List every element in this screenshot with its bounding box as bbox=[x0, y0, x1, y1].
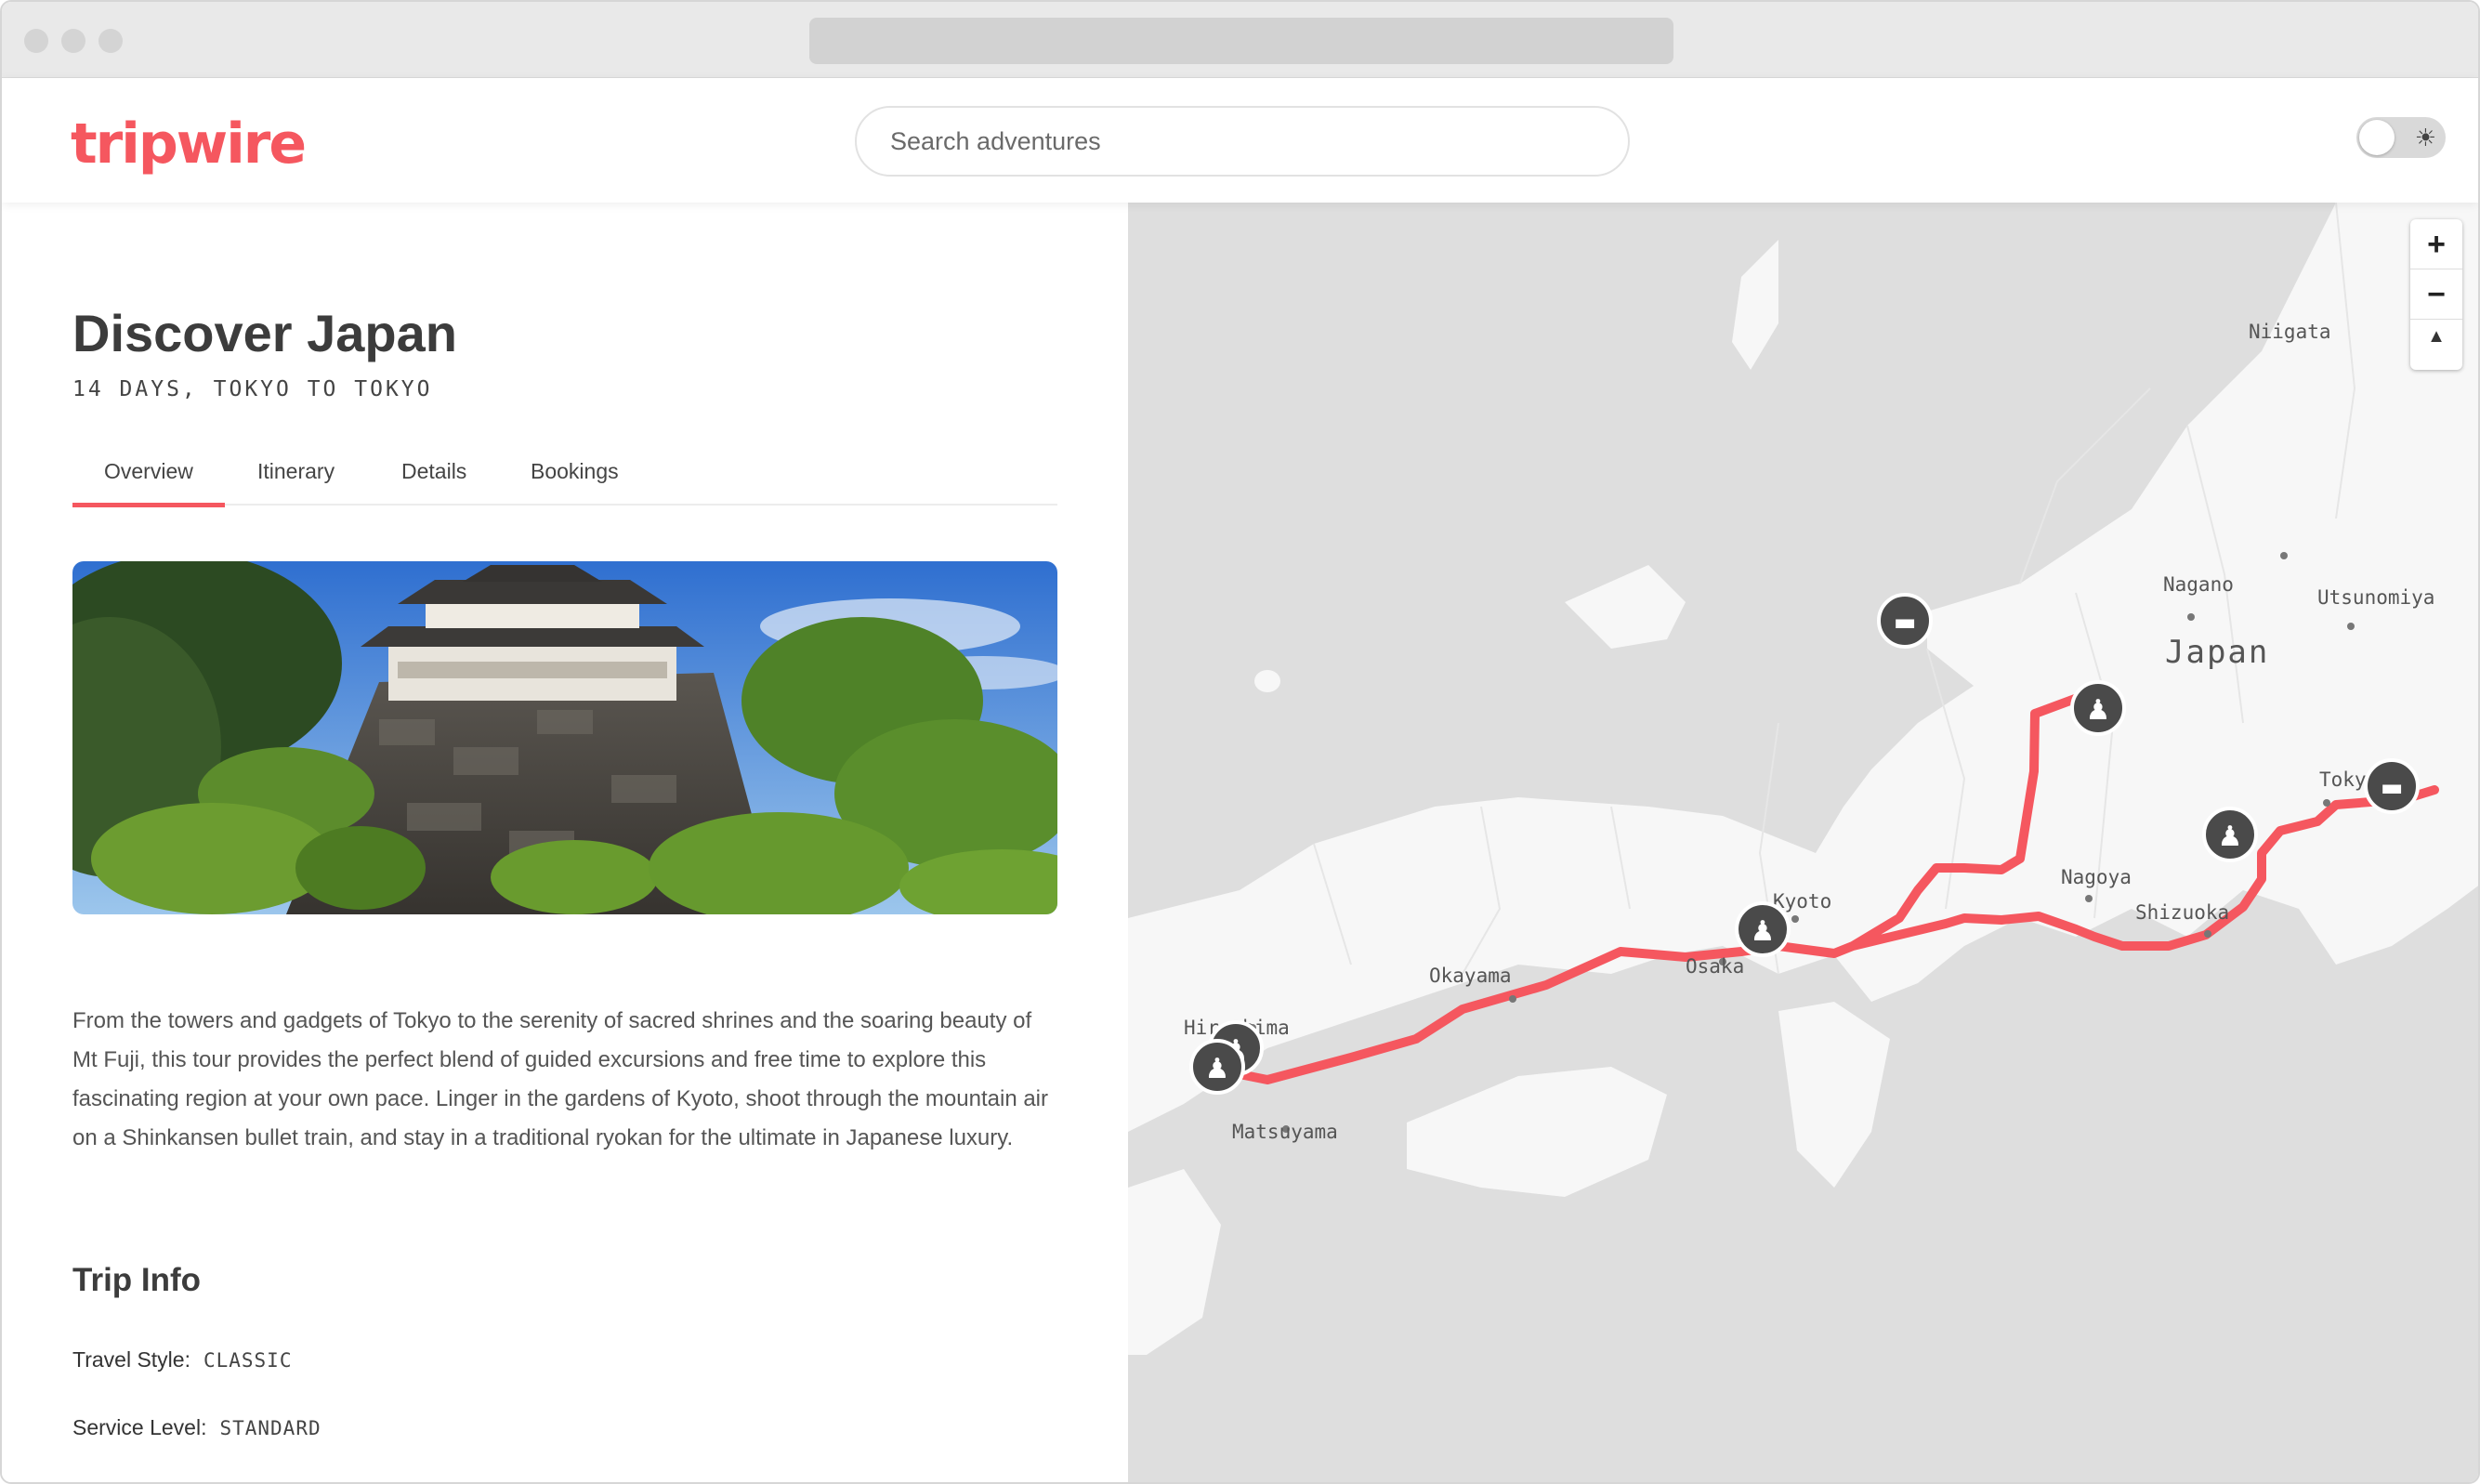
svg-text:♟: ♟ bbox=[2086, 694, 2111, 727]
place-label-nagoya: Nagoya bbox=[2061, 866, 2132, 888]
trip-description: From the towers and gadgets of Tokyo to … bbox=[72, 1008, 1048, 1150]
minimize-window-dot[interactable] bbox=[61, 29, 85, 53]
route-map[interactable]: Niigata Nagano Utsunomiya Japan Tokyo Na… bbox=[1128, 203, 2480, 1484]
tab-itinerary[interactable]: Itinerary bbox=[257, 459, 335, 503]
compass-button[interactable]: ▲ bbox=[2410, 320, 2462, 370]
tab-details[interactable]: Details bbox=[401, 459, 466, 503]
service-level-row: Service Level: STANDARD bbox=[72, 1415, 321, 1440]
svg-text:▬: ▬ bbox=[2381, 774, 2404, 802]
noto-peninsula bbox=[1565, 565, 1686, 649]
svg-text:♟: ♟ bbox=[2218, 821, 2243, 853]
close-window-dot[interactable] bbox=[24, 29, 48, 53]
sun-icon: ☀ bbox=[2414, 124, 2436, 151]
svg-text:♟: ♟ bbox=[1751, 915, 1776, 948]
place-label-okayama: Okayama bbox=[1429, 965, 1512, 987]
oki-island bbox=[1254, 670, 1280, 692]
activity-marker[interactable]: ♟ bbox=[2202, 807, 2258, 862]
place-label-osaka: Osaka bbox=[1686, 955, 1744, 978]
castle-photo bbox=[72, 561, 1057, 914]
svg-text:▬: ▬ bbox=[1894, 609, 1917, 637]
logo[interactable]: tripwire bbox=[71, 112, 307, 177]
zoom-in-button[interactable]: + bbox=[2410, 219, 2462, 269]
kyushu-land bbox=[1128, 1169, 1221, 1355]
place-label-matsuyama: Matsuyama bbox=[1232, 1121, 1338, 1143]
travel-style-value: CLASSIC bbox=[203, 1349, 293, 1372]
page-title: Discover Japan bbox=[72, 304, 457, 362]
trip-subtitle: 14 DAYS, TOKYO TO TOKYO bbox=[72, 377, 433, 401]
tab-bookings[interactable]: Bookings bbox=[531, 459, 619, 503]
hotel-marker[interactable]: ▬ bbox=[2364, 758, 2420, 814]
service-level-value: STANDARD bbox=[219, 1417, 321, 1439]
tab-bar: Overview Itinerary Details Bookings bbox=[72, 448, 1057, 507]
sado-island bbox=[1732, 240, 1778, 370]
browser-chrome bbox=[2, 2, 2478, 78]
shikoku-land bbox=[1407, 1067, 1667, 1197]
zoom-out-button[interactable]: − bbox=[2410, 269, 2462, 320]
theme-toggle[interactable]: ☀ bbox=[2356, 117, 2446, 158]
place-label-utsunomiya: Utsunomiya bbox=[2317, 586, 2434, 609]
toggle-knob bbox=[2359, 120, 2395, 155]
search-input[interactable] bbox=[855, 106, 1630, 177]
place-label-niigata: Niigata bbox=[2249, 321, 2331, 343]
trip-info-heading: Trip Info bbox=[72, 1262, 202, 1298]
map-canvas[interactable]: Niigata Nagano Utsunomiya Japan Tokyo Na… bbox=[1128, 203, 2480, 1484]
place-label-nagano: Nagano bbox=[2163, 573, 2234, 596]
address-bar[interactable] bbox=[809, 18, 1673, 64]
trip-panel: Discover Japan 14 DAYS, TOKYO TO TOKYO O… bbox=[2, 203, 1128, 1482]
hotel-marker[interactable]: ▬ bbox=[1877, 593, 1933, 649]
map-controls: + − ▲ bbox=[2410, 219, 2462, 370]
maximize-window-dot[interactable] bbox=[98, 29, 123, 53]
activity-marker[interactable]: ♟ bbox=[1735, 901, 1791, 957]
activity-marker[interactable]: ♟ bbox=[1189, 1039, 1245, 1095]
travel-style-row: Travel Style: CLASSIC bbox=[72, 1347, 292, 1372]
browser-window: tripwire ☀ Discover Japan 14 DAYS, TOKYO… bbox=[0, 0, 2480, 1484]
activity-marker[interactable]: ♟ bbox=[2070, 680, 2126, 736]
place-label-shizuoka: Shizuoka bbox=[2135, 901, 2229, 924]
service-level-label: Service Level: bbox=[72, 1415, 207, 1439]
tab-overview[interactable]: Overview bbox=[72, 459, 225, 507]
svg-text:♟: ♟ bbox=[1205, 1053, 1230, 1085]
travel-style-label: Travel Style: bbox=[72, 1347, 190, 1372]
app-header: tripwire ☀ bbox=[2, 78, 2478, 203]
kii-peninsula bbox=[1778, 1002, 1890, 1188]
hero-image bbox=[72, 561, 1057, 914]
country-label: Japan bbox=[2165, 634, 2269, 671]
